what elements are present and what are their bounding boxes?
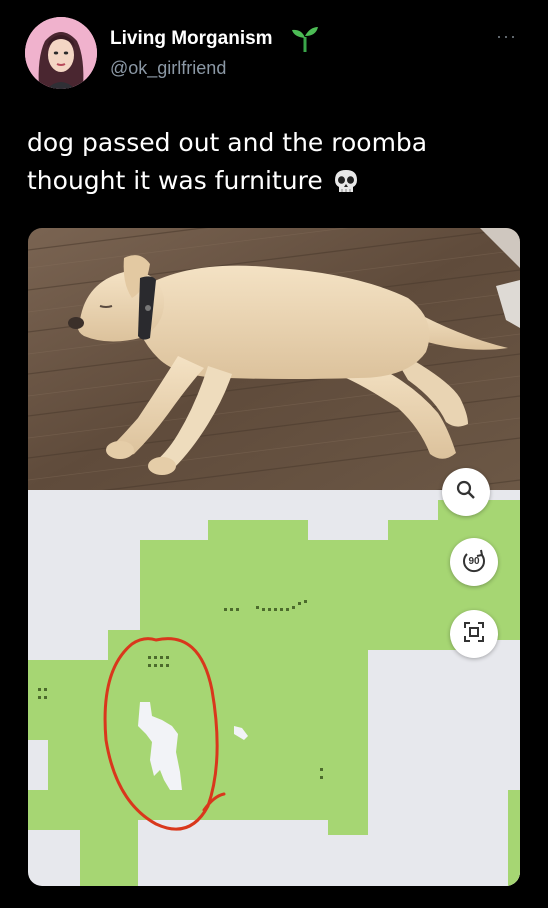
tweet-media[interactable]: 90	[28, 228, 520, 886]
tweet-text-content: dog passed out and the roomba thought it…	[27, 128, 428, 195]
zoom-icon	[455, 479, 477, 506]
avatar[interactable]	[25, 17, 97, 89]
zoom-button[interactable]	[442, 468, 490, 516]
rotate-label: 90	[468, 556, 480, 567]
dog-photo[interactable]	[28, 228, 520, 490]
user-handle[interactable]: @ok_girlfriend	[110, 58, 226, 79]
sprout-icon	[290, 25, 320, 53]
rotate-button[interactable]: 90	[450, 538, 498, 586]
roomba-map[interactable]	[28, 490, 520, 886]
skull-icon	[331, 168, 361, 196]
more-options-button[interactable]: ···	[496, 26, 517, 47]
display-name[interactable]: Living Morganism	[110, 28, 273, 50]
recenter-button[interactable]	[450, 610, 498, 658]
rotate-icon: 90	[459, 547, 489, 577]
tweet-text: dog passed out and the roomba thought it…	[27, 124, 497, 200]
recenter-icon	[463, 621, 485, 648]
